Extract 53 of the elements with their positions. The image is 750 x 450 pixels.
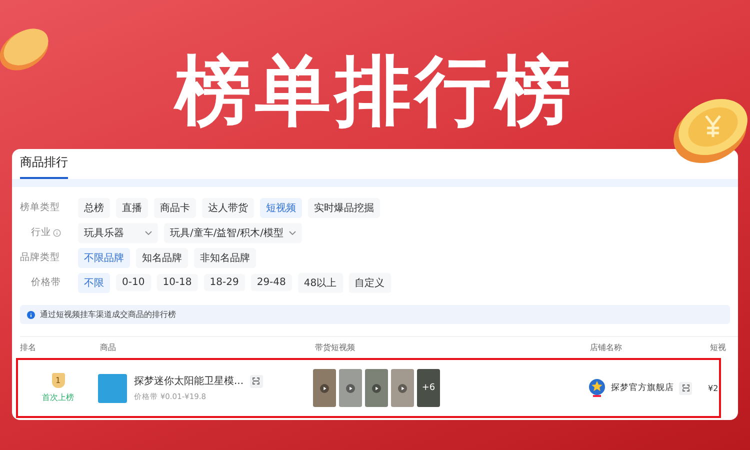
scan-button[interactable]	[679, 382, 692, 394]
play-icon	[398, 384, 407, 392]
filter-option[interactable]: 0-10	[116, 274, 151, 291]
filter-option[interactable]: 达人带货	[202, 198, 254, 218]
column-header: 带货短视频	[315, 342, 356, 353]
scan-icon	[682, 384, 690, 392]
column-header: 短视	[710, 342, 727, 353]
play-icon	[372, 384, 381, 392]
video-thumbnail[interactable]	[313, 369, 336, 407]
video-thumbnail[interactable]	[391, 369, 414, 407]
chevron-down-icon	[289, 230, 296, 234]
filter-option[interactable]: 不限品牌	[78, 248, 130, 268]
industry-dropdown[interactable]: 玩具/童车/益智/积木/模型	[164, 222, 302, 242]
video-thumbnail[interactable]	[339, 369, 362, 407]
column-header: 店铺名称	[589, 342, 623, 353]
filter-option[interactable]: 短视频	[260, 198, 302, 218]
filter-option[interactable]: 29-48	[250, 274, 292, 291]
filter-option[interactable]: 18-29	[204, 274, 245, 291]
info-icon	[27, 310, 35, 318]
industry-dropdown[interactable]: 玩具乐器	[78, 222, 158, 242]
filter-label: 榜单类型	[20, 201, 61, 214]
shop-logo-icon	[588, 378, 606, 398]
scan-button[interactable]	[250, 374, 263, 388]
column-header: 商品	[100, 342, 117, 353]
rank-badge: 1	[52, 373, 64, 388]
banner-title: 榜单排行榜	[175, 45, 575, 137]
scan-icon	[252, 377, 260, 385]
product-photo-placeholder	[98, 374, 127, 402]
filter-label: 价格带	[30, 276, 62, 289]
filter-option[interactable]: 48以上	[298, 272, 343, 292]
filter-label: 品牌类型	[20, 251, 61, 264]
filter-option[interactable]: 自定义	[348, 272, 391, 292]
filter-option[interactable]: 总榜	[78, 198, 110, 218]
filter-option[interactable]: 知名品牌	[136, 248, 188, 268]
table-cell-text: ¥2	[708, 384, 720, 392]
filter-option[interactable]: 直播	[116, 198, 148, 218]
filter-label: 行业	[31, 226, 51, 239]
chevron-down-icon	[145, 230, 152, 234]
more-videos[interactable]: +6	[417, 369, 440, 407]
filter-option[interactable]: 商品卡	[154, 198, 196, 218]
column-header: 排名	[20, 342, 37, 353]
shop-name: 探梦官方旗舰店	[611, 382, 674, 394]
play-icon	[346, 384, 355, 392]
filter-option[interactable]: 实时爆品挖掘	[308, 198, 380, 218]
filter-option[interactable]: 不限	[78, 272, 110, 292]
play-icon	[320, 384, 329, 392]
product-name: 探梦迷你太阳能卫星模...	[134, 374, 244, 388]
video-thumbnail[interactable]	[365, 369, 388, 407]
filter-option[interactable]: 10-18	[156, 274, 198, 291]
notice-text: 通过短视频挂车渠道成交商品的排行榜	[40, 309, 176, 320]
filter-option[interactable]: 非知名品牌	[194, 248, 256, 268]
rank-note: 首次上榜	[42, 392, 74, 403]
info-icon	[53, 228, 61, 236]
